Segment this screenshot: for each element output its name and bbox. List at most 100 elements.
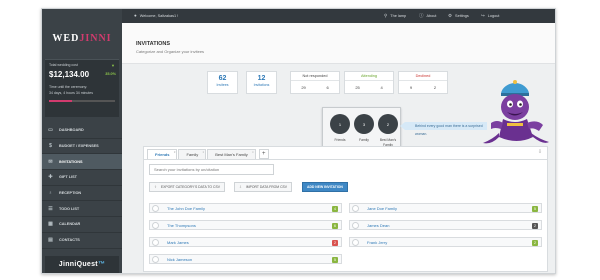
invitation-row[interactable]: James Dean 2 <box>349 220 542 230</box>
rsvp-title: Declined <box>399 72 447 81</box>
brand-mark: ™ <box>97 261 106 268</box>
category-count-label: Family <box>359 138 369 142</box>
category-count-circle[interactable]: 1 <box>330 114 350 134</box>
import-csv-button[interactable]: ⇩ IMPORT DATA FROM CSV <box>234 182 293 192</box>
sidebar-item-label: RECEPTION <box>59 191 82 196</box>
page-header: INVITATIONS Categorize and Organize your… <box>122 23 555 64</box>
import-icon: ⇩ <box>239 185 242 189</box>
tab-divider <box>144 159 547 160</box>
tab-best-man-s-family[interactable]: Best Man's Family × <box>207 149 256 159</box>
invitation-row[interactable]: Jane Doe Family 5 <box>349 203 542 213</box>
time-label: Time until the ceremony: <box>49 85 88 89</box>
brand-footer: JinniQuest ™ <box>45 256 119 273</box>
invitation-row[interactable]: Mark James 2 <box>149 237 342 247</box>
rsvp-people-count: 29 <box>301 85 306 90</box>
sidebar-item-label: DASHBOARD <box>59 128 84 133</box>
rsvp-values: 92 <box>399 85 447 90</box>
gift-icon: ✚ <box>48 174 53 181</box>
invitation-name: Nick Jameson <box>167 256 193 262</box>
rsvp-title: Attending <box>345 72 393 81</box>
import-label: IMPORT DATA FROM CSV <box>245 185 288 189</box>
add-tab-button[interactable]: + <box>258 149 269 159</box>
add-invitation-button[interactable]: ADD NEW INVITATION <box>302 182 348 192</box>
invitations-stat[interactable]: 12 Invitations <box>246 71 277 94</box>
sidebar-item-label: BUDGET / EXPENSES <box>59 144 99 149</box>
invitation-row[interactable]: Nick Jameson 5 <box>149 254 342 264</box>
sidebar-nav: ▭ DASHBOARD $ BUDGET / EXPENSES ✉ INVITATIONS… <box>42 123 122 249</box>
invitation-name: The John Doe Family <box>167 205 206 211</box>
contacts-icon: ▤ <box>48 237 53 244</box>
tab-label: Family <box>186 152 199 157</box>
welcome-text: Welcome, Saltzakas1 ! <box>139 13 179 18</box>
lamp-icon: ⚲ <box>384 13 388 18</box>
add-label: ADD NEW INVITATION <box>307 185 343 189</box>
sidebar-item-calendar[interactable]: ▦ CALENDAR <box>42 217 122 233</box>
list-icon: ☰ <box>48 205 53 212</box>
sidebar-item-invitations[interactable]: ✉ INVITATIONS <box>42 154 122 171</box>
brand-name: JinniQuest <box>58 261 98 268</box>
invitee-count-badge: 2 <box>532 222 538 229</box>
sidebar-item-reception[interactable]: ♁ RECEPTION <box>42 186 122 202</box>
sidebar-item-dashboard[interactable]: ▭ DASHBOARD <box>42 123 122 139</box>
invitation-row[interactable]: Frank Jerry 2 <box>349 237 542 247</box>
category-count-circle[interactable]: 3 <box>354 114 374 134</box>
sidebar: WED JINNI Total wedding cost ▼ $12,134.00… <box>42 9 122 273</box>
glass-icon: ♁ <box>48 190 53 197</box>
invitee-count-badge: 2 <box>332 239 338 246</box>
invitees-label: Invitees <box>216 83 229 87</box>
close-icon[interactable]: × <box>174 150 176 154</box>
invitees-stat[interactable]: 62 Invitees <box>207 71 238 94</box>
welcome-user[interactable]: ● Welcome, Saltzakas1 ! <box>134 13 178 18</box>
close-icon[interactable]: × <box>252 150 254 154</box>
rsvp-invitation-count: 6 <box>326 85 329 90</box>
row-select-checkbox[interactable] <box>152 221 159 229</box>
row-select-checkbox[interactable] <box>152 238 159 246</box>
sidebar-item-todo-list[interactable]: ☰ TODO LIST <box>42 201 122 218</box>
tab-family[interactable]: Family × <box>178 149 207 159</box>
logo-main: WED <box>52 32 80 44</box>
the-lamp-label: The lamp <box>390 14 407 18</box>
invitation-row[interactable]: The John Doe Family 4 <box>149 203 342 213</box>
app-logo[interactable]: WED JINNI <box>46 23 118 53</box>
row-select-checkbox[interactable] <box>352 238 359 246</box>
rsvp-box-attending[interactable]: Attending 25 4 <box>344 71 394 94</box>
row-select-checkbox[interactable] <box>352 221 359 229</box>
genie-mascot <box>483 80 549 144</box>
calendar-icon: ▦ <box>48 221 53 228</box>
about-link[interactable]: ⓘ About <box>419 13 436 19</box>
export-csv-button[interactable]: ⇧ EXPORT CATEGORY'S DATA TO CSV <box>149 182 225 192</box>
time-value: 34 days, 4 hours 34 minutes <box>49 91 93 95</box>
settings-link[interactable]: ⚙ Settings <box>448 13 469 19</box>
invitation-row[interactable]: The Thompsons 6 <box>149 220 342 230</box>
invitation-name: The Thompsons <box>167 222 196 228</box>
logo-tail: JINNI <box>79 32 112 44</box>
tab-label: Best Man's Family <box>215 152 248 157</box>
invitation-name: James Dean <box>367 222 390 228</box>
dollar-icon: $ <box>49 143 52 150</box>
page-title: INVITATIONS <box>136 41 171 47</box>
close-icon[interactable]: × <box>202 150 204 154</box>
category-tabs: Friends × Family × Best Man's Family × + <box>147 149 269 159</box>
logout-link[interactable]: ↪ Logout <box>481 13 499 19</box>
rsvp-box-declined[interactable]: Declined 9 2 <box>398 71 448 94</box>
rsvp-box-not-responded[interactable]: Not responded 29 6 <box>290 71 340 94</box>
sidebar-item-gift-list[interactable]: ✚ GIFT LIST <box>42 170 122 186</box>
cost-change-badge: 35.0% <box>105 72 116 76</box>
row-select-checkbox[interactable] <box>352 204 359 212</box>
search-input[interactable] <box>149 164 274 175</box>
chevron-down-icon[interactable]: ▼ <box>111 63 115 68</box>
sidebar-item-label: CONTACTS <box>59 238 80 243</box>
row-select-checkbox[interactable] <box>152 204 159 212</box>
sidebar-item-budget-expenses[interactable]: $ BUDGET / EXPENSES <box>42 139 122 155</box>
category-count-circle[interactable]: 2 <box>378 114 398 134</box>
the-lamp-link[interactable]: ⚲ The lamp <box>384 13 406 19</box>
sidebar-item-label: CALENDAR <box>59 222 81 227</box>
sidebar-item-label: INVITATIONS <box>59 159 83 164</box>
invitees-count: 62 <box>218 75 227 82</box>
download-icon[interactable]: ⇩ <box>536 149 544 156</box>
sidebar-item-contacts[interactable]: ▤ CONTACTS <box>42 233 122 249</box>
row-select-checkbox[interactable] <box>152 255 159 263</box>
tab-friends[interactable]: Friends × <box>147 149 178 159</box>
invitee-count-badge: 2 <box>532 239 538 246</box>
invitations-label: Invitations <box>253 83 270 87</box>
